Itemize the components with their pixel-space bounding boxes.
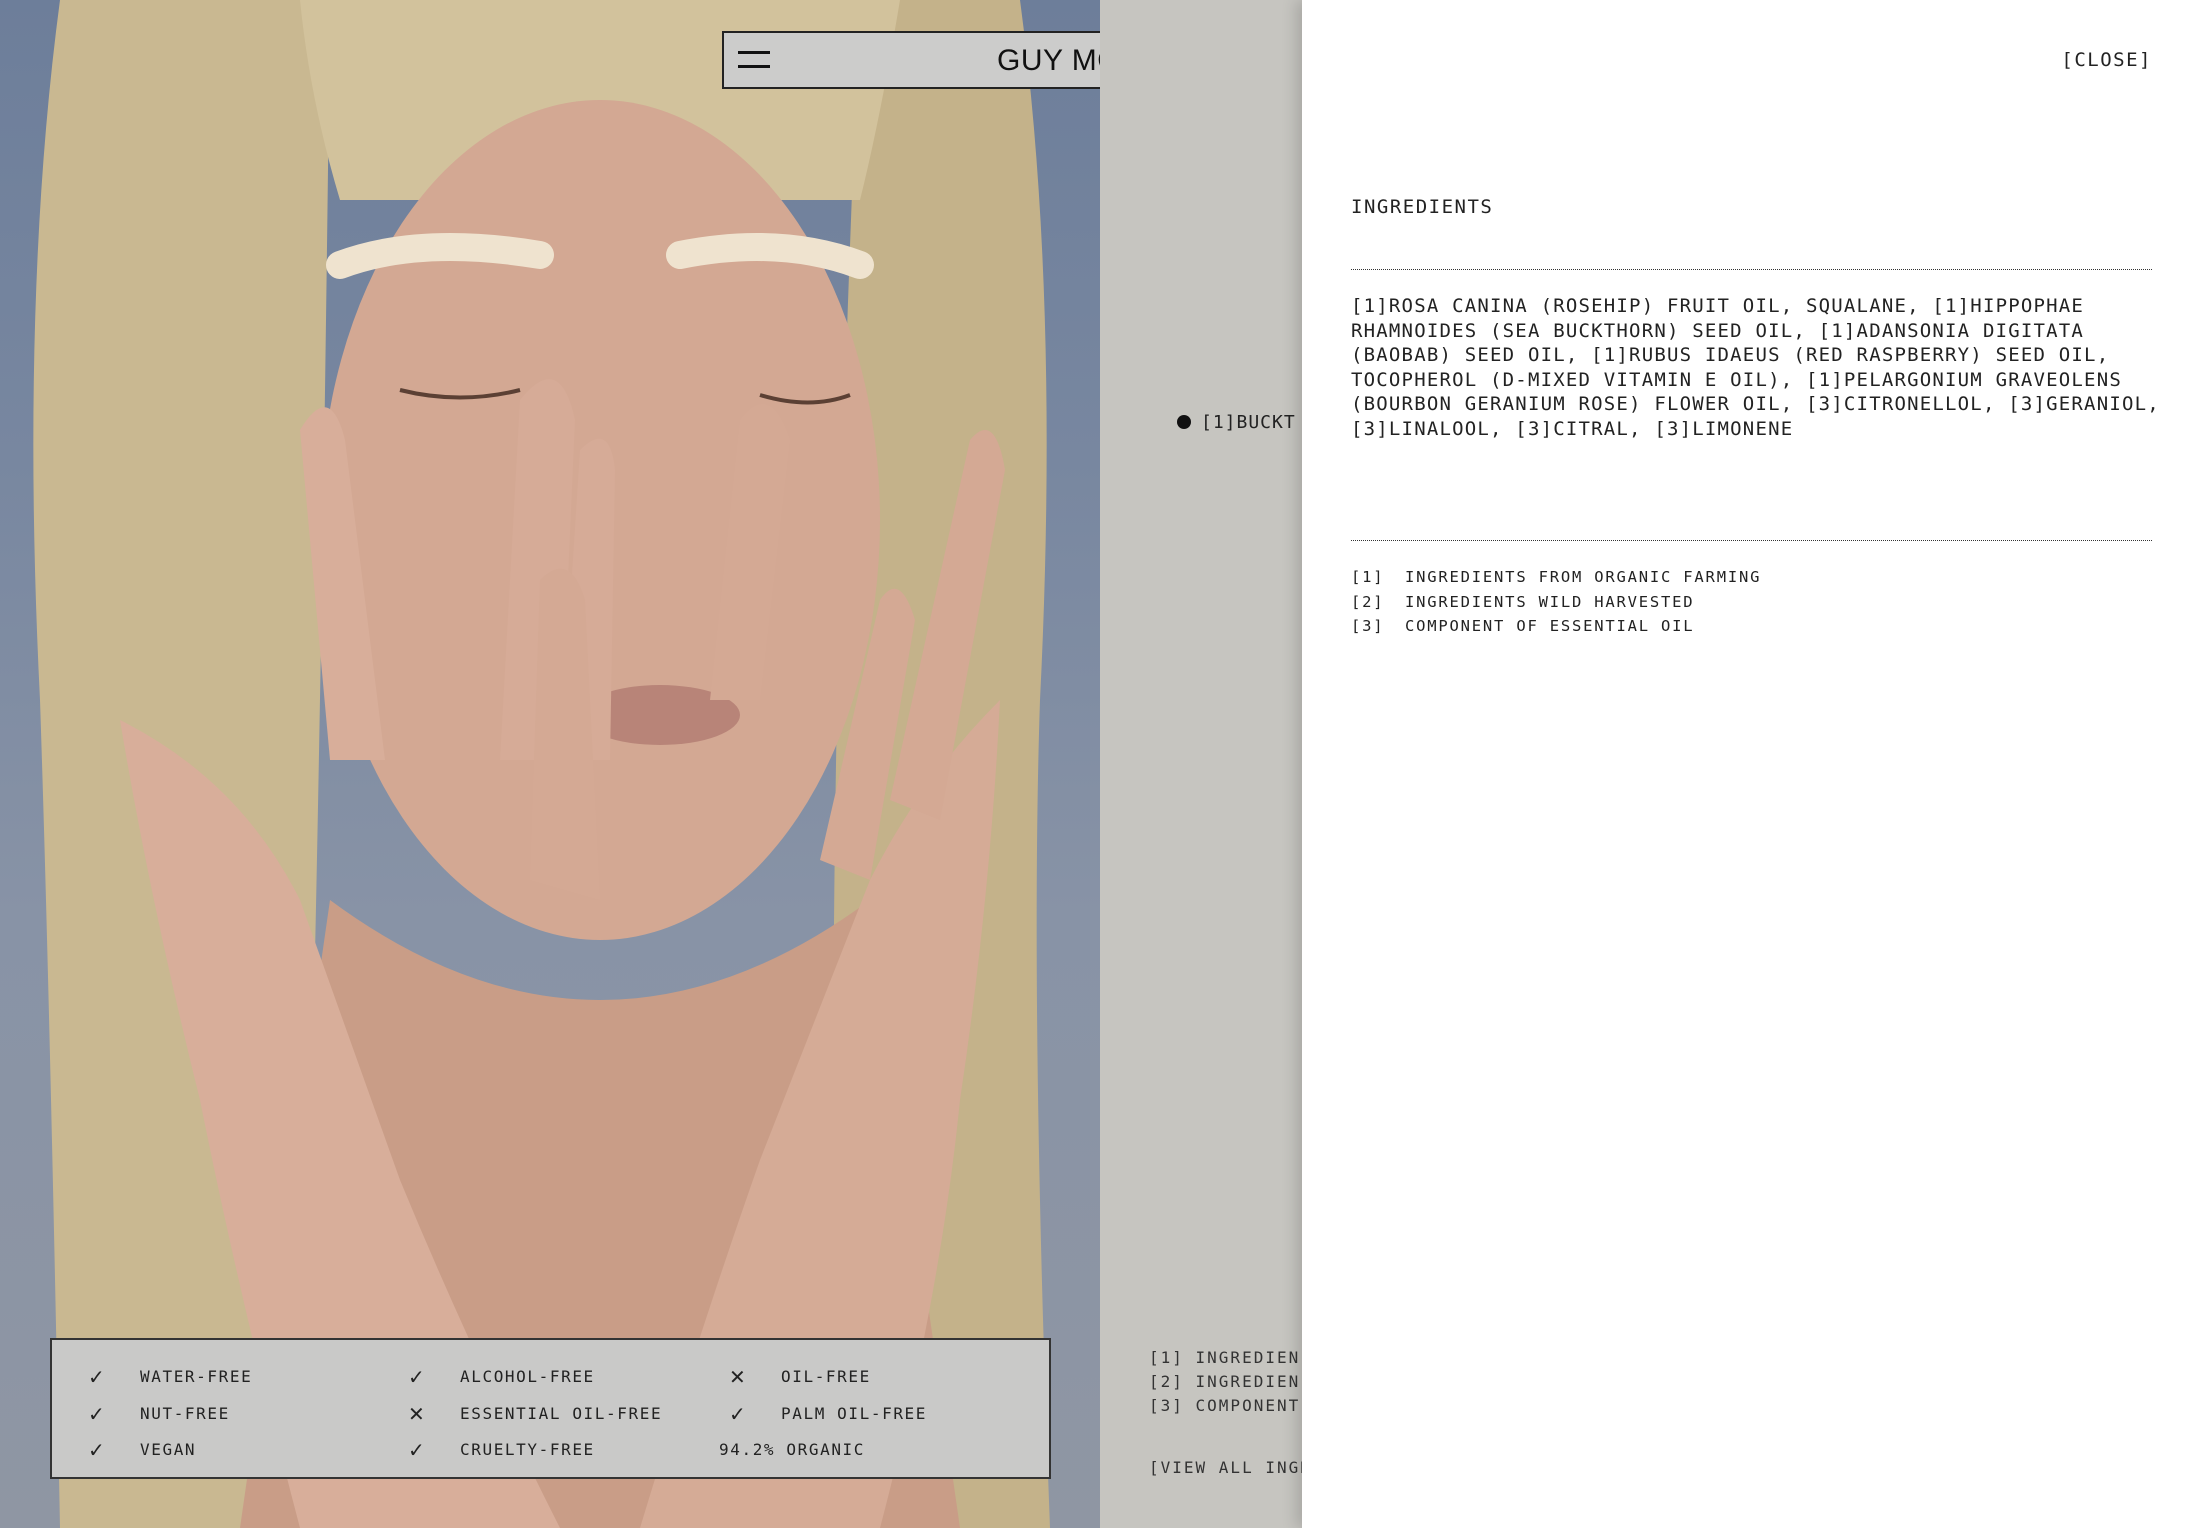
product-detail-strip: [1100, 0, 1303, 1528]
divider: [1351, 269, 2152, 270]
cross-icon: ✕: [408, 1402, 427, 1426]
attribute-label: ESSENTIAL OIL-FREE: [460, 1404, 663, 1423]
ingredients-list: [1]ROSA CANINA (ROSEHIP) FRUIT OIL, SQUA…: [1351, 295, 2160, 440]
close-button[interactable]: [CLOSE]: [2061, 49, 2152, 71]
featured-ingredient[interactable]: [1]BUCKT: [1177, 412, 1296, 433]
legend-key: [2]: [1351, 592, 1385, 611]
legend-key: [3]: [1351, 617, 1385, 635]
product-attributes: ✓ WATER-FREE ✓ ALCOHOL-FREE ✕ OIL-FREE ✓…: [50, 1338, 1051, 1479]
attribute-label: NUT-FREE: [140, 1404, 230, 1423]
attribute-label: VEGAN: [140, 1440, 197, 1459]
strip-note: [2] INGREDIEN: [1149, 1372, 1301, 1391]
check-icon: ✓: [729, 1402, 748, 1426]
attribute-label: PALM OIL-FREE: [781, 1404, 928, 1423]
attribute-label: CRUELTY-FREE: [460, 1440, 595, 1459]
legend-text: INGREDIENTS WILD HARVESTED: [1405, 592, 1695, 611]
attribute-label: ALCOHOL-FREE: [460, 1367, 595, 1386]
legend-text: INGREDIENTS FROM ORGANIC FARMING: [1405, 568, 1762, 586]
strip-note: [3] COMPONENT: [1149, 1396, 1301, 1415]
featured-ingredient-label: [1]BUCKT: [1201, 412, 1296, 433]
legend-text: COMPONENT OF ESSENTIAL OIL: [1405, 617, 1695, 635]
ingredients-panel: [CLOSE] INGREDIENTS [1]ROSA CANINA (ROSE…: [1302, 0, 2200, 1528]
bullet-dot-icon: [1177, 415, 1191, 429]
strip-note: [1] INGREDIEN: [1149, 1348, 1301, 1367]
hero-photo: [0, 0, 1100, 1528]
divider: [1351, 540, 2152, 541]
attribute-label: 94.2% ORGANIC: [719, 1440, 866, 1459]
panel-title: INGREDIENTS: [1351, 196, 1494, 218]
legend-row: [1] INGREDIENTS FROM ORGANIC FARMING: [1351, 565, 1761, 590]
legend-row: [2] INGREDIENTS WILD HARVESTED: [1351, 590, 1761, 615]
cross-icon: ✕: [729, 1365, 748, 1389]
legend-row: [3] COMPONENT OF ESSENTIAL OIL: [1351, 614, 1761, 639]
ingredients-legend: [1] INGREDIENTS FROM ORGANIC FARMING [2] I…: [1351, 565, 1761, 639]
attribute-label: OIL-FREE: [781, 1367, 871, 1386]
view-all-ingredients-link[interactable]: [VIEW ALL INGR: [1149, 1458, 1312, 1477]
attribute-label: WATER-FREE: [140, 1367, 253, 1386]
check-icon: ✓: [88, 1438, 107, 1462]
model-illustration: [33, 0, 1050, 1528]
check-icon: ✓: [88, 1365, 107, 1389]
check-icon: ✓: [88, 1402, 107, 1426]
hamburger-menu-icon[interactable]: [738, 51, 770, 71]
check-icon: ✓: [408, 1365, 427, 1389]
check-icon: ✓: [408, 1438, 427, 1462]
legend-key: [1]: [1351, 568, 1385, 586]
